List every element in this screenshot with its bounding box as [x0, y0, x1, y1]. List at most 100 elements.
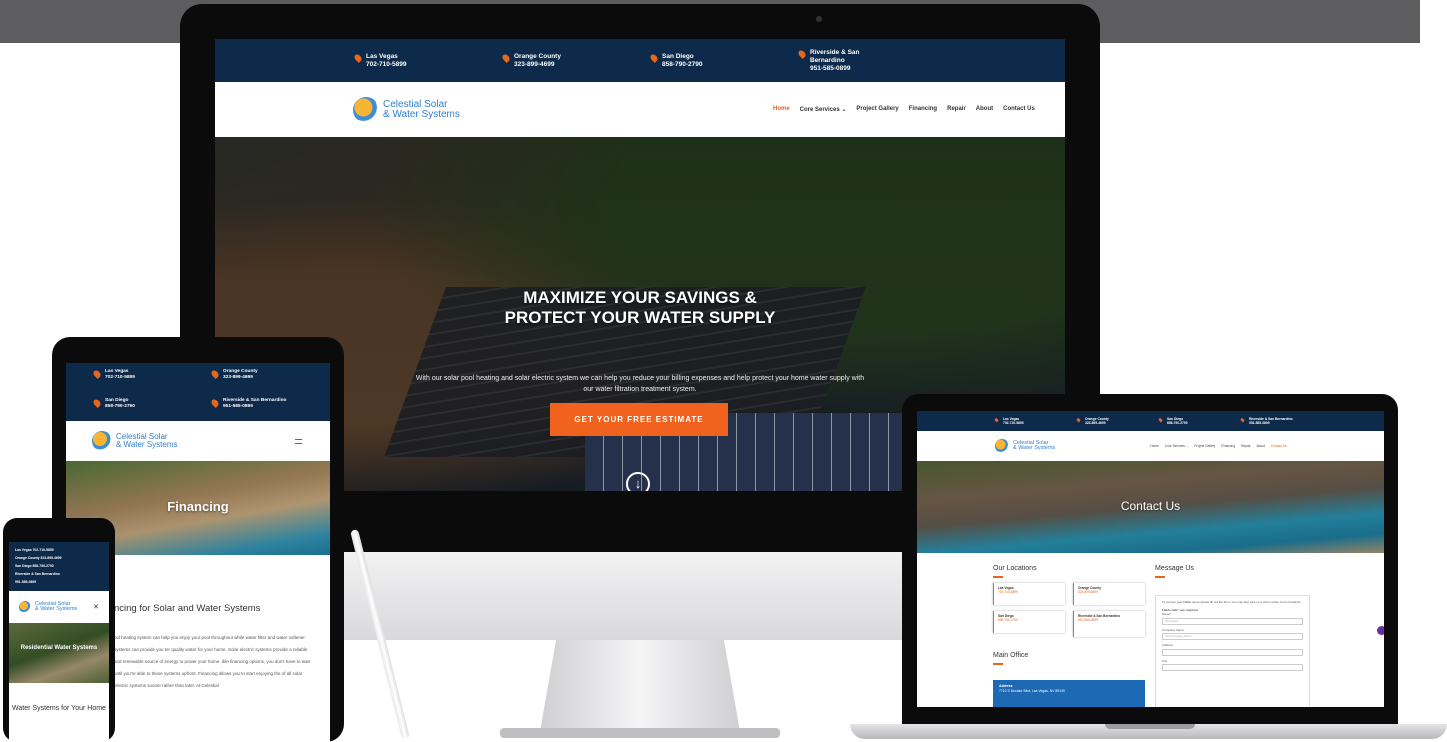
location-orange-county[interactable]: Orange County 323-899-4699	[501, 52, 651, 69]
location-san-diego[interactable]: San Diego 858-790-2790	[649, 52, 799, 69]
logo[interactable]: Celestial Solar & Water Systems	[353, 96, 623, 123]
nav-core-services[interactable]: Core Services ⌄	[800, 106, 847, 113]
map-pin-icon	[994, 417, 999, 423]
nav-financing[interactable]: Financing	[1221, 444, 1235, 448]
nav-core-services[interactable]: Core Services ⌄	[1165, 444, 1189, 448]
location-card[interactable]: Las Vegas 702-710-5899	[993, 583, 1065, 605]
location-line[interactable]: 951-585-0899	[15, 578, 109, 586]
address-input[interactable]	[1162, 648, 1303, 656]
laptop-device: Las Vegas 702-710-5899 Orange County 323-8…	[902, 394, 1398, 724]
location-las-vegas[interactable]: Las Vegas 702-710-5899	[92, 369, 212, 392]
name-input[interactable]: First Name	[1162, 617, 1303, 625]
company-input[interactable]: Your Company Name	[1162, 633, 1303, 640]
location-card[interactable]: Riverside & San Bernardino 951-585-0899	[1073, 611, 1145, 637]
map-pin-icon	[1158, 417, 1163, 423]
map-pin-icon	[353, 52, 363, 63]
quote-form: To receive your FREE quote please fill o…	[1155, 595, 1310, 707]
map-pin-icon	[649, 52, 659, 63]
location-orange-county[interactable]: Orange County 323-899-4699	[1076, 417, 1159, 425]
hero-title: Financing	[167, 499, 229, 514]
hero-title: MAXIMIZE YOUR SAVINGS & PROTECT YOUR WATE…	[504, 288, 776, 327]
main-office-heading: Main Office	[993, 652, 1029, 659]
map-pin-icon	[210, 369, 220, 379]
heading-underline	[993, 663, 1003, 665]
location-riverside[interactable]: Riverside & San Bernardino 951-585-0899	[797, 48, 947, 73]
nav-about[interactable]: About	[1257, 444, 1265, 448]
location-las-vegas[interactable]: Las Vegas 702-710-5899	[994, 417, 1077, 425]
heading-underline	[993, 576, 1003, 578]
nav-repair[interactable]: Repair	[947, 106, 966, 113]
message-us-heading: Message Us	[1155, 565, 1194, 572]
section-heading: ncing for Solar and Water Systems	[114, 603, 261, 614]
phone-screen: Las Vegas 702-710-5899 Orange County 323…	[9, 542, 109, 742]
location-card[interactable]: San Diego 858-790-2790	[993, 611, 1065, 633]
laptop-notch	[1105, 724, 1195, 729]
free-estimate-button[interactable]: GET YOUR FREE ESTIMATE	[550, 403, 728, 436]
our-locations-heading: Our Locations	[993, 565, 1037, 572]
nav-contact[interactable]: Contact Us	[1003, 106, 1035, 113]
logo[interactable]: Celestial Solar & Water Systems	[995, 439, 1055, 453]
location-las-vegas[interactable]: Las Vegas 702-710-5899	[353, 52, 503, 69]
laptop-screen: Las Vegas 702-710-5899 Orange County 323-8…	[917, 411, 1384, 707]
sun-logo-icon	[19, 601, 31, 613]
map-pin-icon	[501, 52, 511, 63]
location-line[interactable]: San Diego 858-790-2790	[15, 562, 109, 570]
section-paragraph: ool heating system can help you enjoy yo…	[114, 635, 310, 688]
heading-underline	[1155, 576, 1165, 578]
nav-project-gallery[interactable]: Project Gallery	[856, 106, 898, 113]
hero-title: Contact Us	[1120, 499, 1181, 513]
location-line[interactable]: Riverside & San Bernardino	[15, 570, 109, 578]
nav-menu: Home Core Services ⌄ Project Gallery Fin…	[1150, 444, 1286, 448]
scroll-down-arrow-icon[interactable]: ↓	[626, 472, 650, 491]
phone-device: Las Vegas 702-710-5899 Orange County 323…	[3, 518, 115, 742]
logo[interactable]: Celestial Solar & Water Systems	[19, 601, 77, 613]
sun-logo-icon	[353, 96, 379, 123]
location-bar: Las Vegas 702-710-5899 Orange County 323…	[9, 542, 109, 591]
nav-menu: Home Core Services ⌄ Project Gallery Fin…	[773, 106, 1035, 113]
city-input[interactable]	[1162, 664, 1303, 671]
camera	[816, 16, 822, 22]
location-bar: Las Vegas 702-710-5899 Orange County 323-8…	[917, 411, 1384, 431]
hamburger-menu-icon[interactable]	[295, 438, 302, 444]
location-line[interactable]: Orange County 323-899-4699	[15, 554, 109, 562]
location-line[interactable]: Las Vegas 702-710-5899	[15, 546, 109, 554]
hero-section: Residential Water Systems	[9, 623, 109, 683]
contact-body: Our Locations Message Us Las Vegas 702-71…	[917, 553, 1384, 707]
map-pin-icon	[1076, 417, 1081, 423]
nav-about[interactable]: About	[976, 106, 993, 113]
map-pin-icon	[210, 398, 220, 408]
map-pin-icon	[92, 369, 102, 379]
hero-title: Residential Water Systems	[20, 645, 98, 651]
location-riverside[interactable]: Riverside & San Bernardino 951-585-0899	[210, 398, 330, 421]
monitor-stand	[540, 640, 740, 732]
location-bar: Las Vegas 702-710-5899 Orange County 323-8…	[215, 39, 1065, 82]
section-heading: Water Systems for Your Home	[12, 705, 106, 712]
main-nav: Celestial Solar & Water Systems ✕	[9, 591, 109, 623]
hero-subtitle: With our solar pool heating and solar el…	[415, 375, 865, 393]
map-pin-icon	[797, 48, 807, 59]
location-orange-county[interactable]: Orange County 323-899-4699	[210, 369, 330, 392]
location-san-diego[interactable]: San Diego 858-790-2790	[92, 398, 212, 421]
nav-project-gallery[interactable]: Project Gallery	[1194, 444, 1215, 448]
nav-home[interactable]: Home	[1150, 444, 1159, 448]
main-nav: Celestial Solar & Water Systems Home Core…	[215, 82, 1065, 137]
map-pin-icon	[92, 398, 102, 408]
mockup-stage: Las Vegas 702-710-5899 Orange County 323-8…	[0, 0, 1447, 742]
main-office-card: Address 7710 S Decatur Blvd, Las Vegas, …	[993, 680, 1145, 707]
nav-repair[interactable]: Repair	[1241, 444, 1250, 448]
nav-contact[interactable]: Contact Us	[1271, 444, 1287, 448]
map-pin-icon	[1240, 417, 1245, 423]
nav-financing[interactable]: Financing	[909, 106, 937, 113]
location-card[interactable]: Orange County 323-899-4699	[1073, 583, 1145, 605]
sun-logo-icon	[92, 431, 112, 451]
logo[interactable]: Celestial Solar & Water Systems	[92, 431, 178, 451]
close-icon[interactable]: ✕	[93, 603, 99, 611]
location-riverside[interactable]: Riverside & San Bernardino 951-585-0899	[1240, 417, 1323, 425]
hero-section: Contact Us	[917, 461, 1384, 553]
sun-logo-icon	[995, 439, 1009, 453]
location-bar: Las Vegas 702-710-5899 Orange County 323-8…	[66, 363, 330, 421]
main-nav: Celestial Solar & Water Systems	[66, 421, 330, 461]
chat-widget-icon[interactable]	[1377, 626, 1384, 635]
location-san-diego[interactable]: San Diego 858-790-2790	[1158, 417, 1241, 425]
nav-home[interactable]: Home	[773, 106, 790, 113]
